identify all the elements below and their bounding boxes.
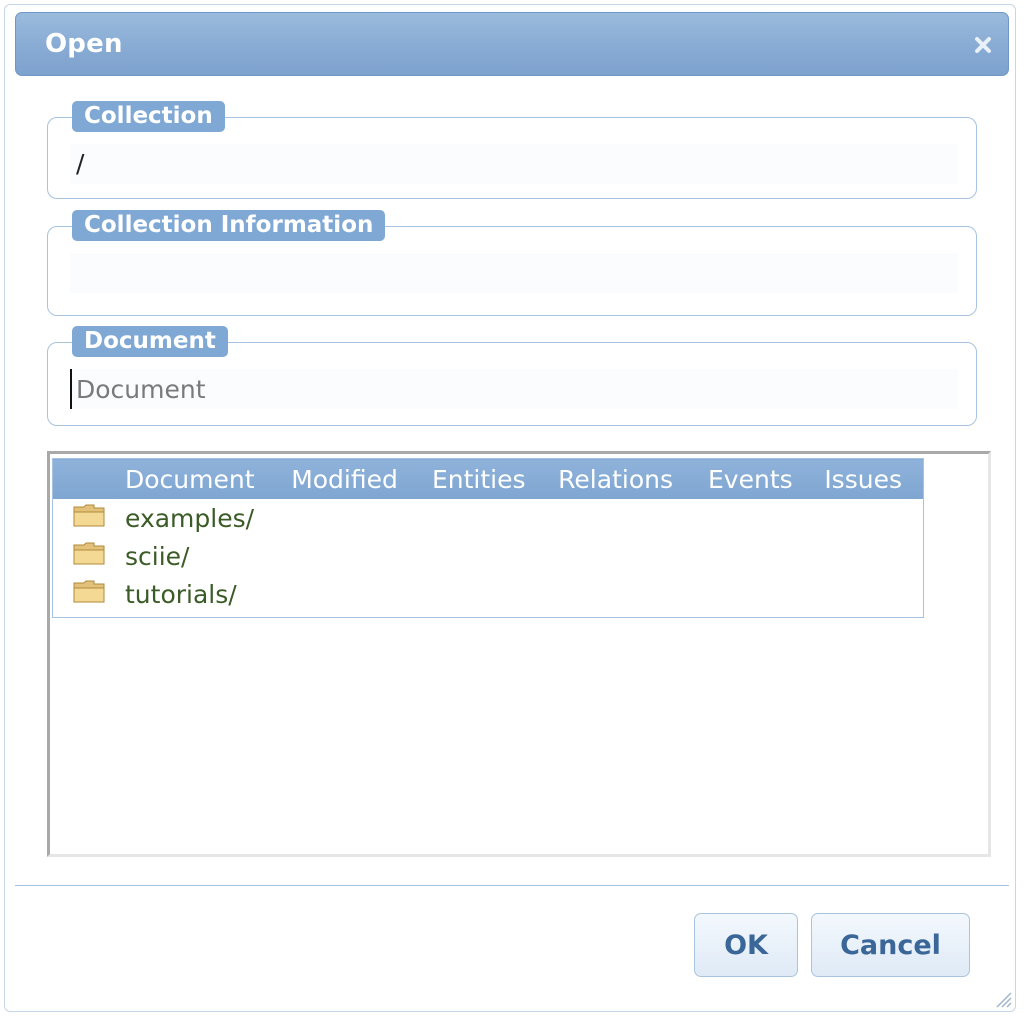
row-name-tutorials[interactable]: tutorials/ bbox=[115, 575, 281, 618]
collection-group: Collection / bbox=[47, 101, 977, 199]
folder-icon bbox=[53, 499, 116, 537]
collection-legend: Collection bbox=[72, 101, 225, 132]
header-icon-column bbox=[52, 458, 115, 499]
row-name-sciie[interactable]: sciie/ bbox=[115, 537, 281, 575]
table-header-row: Document Modified Entities Relations Eve… bbox=[52, 458, 924, 499]
cancel-button[interactable]: Cancel bbox=[811, 913, 970, 977]
resize-handle-icon[interactable] bbox=[991, 987, 1013, 1009]
header-issues[interactable]: Issues bbox=[814, 458, 924, 499]
table-row[interactable]: examples/ bbox=[53, 499, 924, 537]
document-group: Document bbox=[47, 326, 977, 426]
folder-icon bbox=[53, 575, 116, 618]
document-legend: Document bbox=[72, 326, 228, 357]
close-icon[interactable] bbox=[972, 34, 994, 56]
folder-icon bbox=[53, 537, 116, 575]
button-pane-divider bbox=[15, 885, 1009, 886]
header-modified[interactable]: Modified bbox=[281, 458, 422, 499]
document-table: Document Modified Entities Relations Eve… bbox=[52, 458, 924, 618]
header-events[interactable]: Events bbox=[698, 458, 815, 499]
document-input[interactable] bbox=[70, 369, 958, 409]
collection-info-legend: Collection Information bbox=[72, 210, 386, 241]
dialog-titlebar[interactable]: Open bbox=[15, 12, 1009, 76]
table-row[interactable]: tutorials/ bbox=[53, 575, 924, 618]
collection-info-text bbox=[70, 253, 958, 293]
header-relations[interactable]: Relations bbox=[548, 458, 698, 499]
collection-path: / bbox=[70, 144, 958, 184]
open-dialog: Open Collection / Collection Information… bbox=[4, 4, 1016, 1012]
row-name-examples[interactable]: examples/ bbox=[115, 499, 281, 537]
dialog-title: Open bbox=[45, 29, 123, 59]
table-row[interactable]: sciie/ bbox=[53, 537, 924, 575]
header-entities[interactable]: Entities bbox=[421, 458, 549, 499]
document-listing[interactable]: Document Modified Entities Relations Eve… bbox=[47, 451, 991, 857]
ok-button[interactable]: OK bbox=[694, 913, 798, 977]
collection-info-group: Collection Information bbox=[47, 210, 977, 316]
header-document[interactable]: Document bbox=[115, 458, 282, 499]
